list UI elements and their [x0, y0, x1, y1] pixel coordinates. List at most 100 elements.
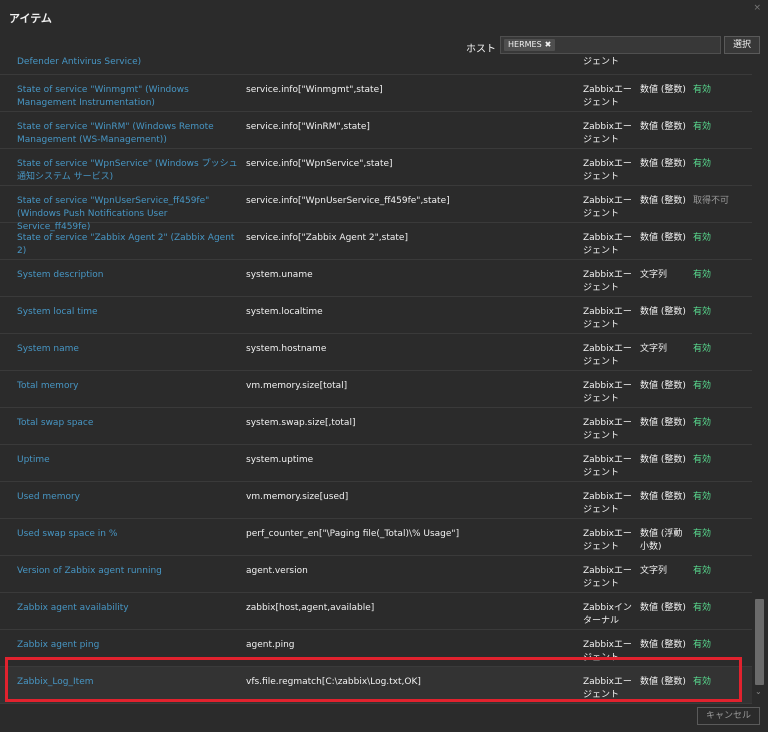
dialog-title: アイテム: [9, 12, 52, 25]
item-key: service.info["WpnService",state]: [246, 159, 393, 169]
item-name-link[interactable]: Total memory: [17, 380, 239, 393]
item-key: system.localtime: [246, 307, 323, 317]
item-key: system.hostname: [246, 344, 327, 354]
item-name-link[interactable]: State of service "WpnService" (Windows プ…: [17, 158, 239, 184]
cancel-button[interactable]: キャンセル: [697, 707, 760, 725]
item-type: Zabbixエージェント: [583, 270, 632, 293]
item-name-link[interactable]: State of service "WinDefend" (Windows De…: [17, 57, 239, 69]
item-type: Zabbixエージェント: [583, 57, 620, 67]
highlight-annotation: [5, 657, 742, 702]
item-type: Zabbixインターナル: [583, 603, 632, 626]
item-type: Zabbixエージェント: [583, 196, 632, 219]
item-key: system.swap.size[,total]: [246, 418, 356, 428]
item-value-type: 数値 (整数): [640, 85, 686, 95]
item-name-link[interactable]: Total swap space: [17, 417, 239, 430]
item-value-type: 文字列: [640, 344, 668, 354]
item-key: service.info["Winmgmt",state]: [246, 85, 383, 95]
item-key: service.info["Zabbix Agent 2",state]: [246, 233, 408, 243]
table-row: Total swap space system.swap.size[,total]…: [0, 408, 752, 445]
item-type: Zabbixエージェント: [583, 566, 632, 589]
item-type: Zabbixエージェント: [583, 418, 632, 441]
item-status: 有効: [693, 307, 712, 317]
scrollbar[interactable]: ⌄: [752, 57, 766, 705]
item-key: service.info["WpnUserService_ff459fe",st…: [246, 196, 450, 206]
item-name-link[interactable]: System local time: [17, 306, 239, 319]
item-name-link[interactable]: State of service "Zabbix Agent 2" (Zabbi…: [17, 232, 239, 258]
item-value-type: 数値 (整数): [640, 307, 686, 317]
item-value-type: 数値 (整数): [640, 640, 686, 650]
table-row: State of service "WpnUserService_ff459fe…: [0, 186, 752, 232]
host-chip-label: HERMES: [508, 40, 542, 49]
table-row: Version of Zabbix agent running agent.ver…: [0, 556, 752, 593]
item-type: Zabbixエージェント: [583, 307, 632, 330]
item-status: 有効: [693, 159, 712, 169]
item-value-type: 数値 (整数): [640, 418, 686, 428]
item-name-link[interactable]: Uptime: [17, 454, 239, 467]
item-value-type: 数値 (整数): [640, 455, 686, 465]
item-name-link[interactable]: System description: [17, 269, 239, 282]
dialog-titlebar: アイテム ×: [0, 0, 768, 32]
item-type: Zabbixエージェント: [583, 85, 632, 108]
item-status: 有効: [693, 381, 712, 391]
item-status: 有効: [693, 566, 712, 576]
items-rows: State of service "WinDefend" (Windows De…: [0, 57, 752, 704]
item-value-type: 数値 (整数): [640, 492, 686, 502]
item-type: Zabbixエージェント: [583, 492, 632, 515]
items-list: State of service "WinDefend" (Windows De…: [0, 57, 752, 707]
item-key: vm.memory.size[total]: [246, 381, 348, 391]
item-type: Zabbixエージェント: [583, 122, 632, 145]
table-row: Total memory vm.memory.size[total] Zabbixエ…: [0, 371, 752, 408]
table-row: Zabbix agent availability zabbix[host,age…: [0, 593, 752, 630]
host-multiselect-input[interactable]: HERMES ✖: [500, 36, 721, 54]
item-value-type: 数値 (整数): [640, 233, 686, 243]
item-status: 取得不可: [693, 196, 730, 206]
scroll-thumb[interactable]: [755, 599, 764, 685]
item-status: 有効: [693, 640, 712, 650]
table-row: State of service "WinDefend" (Windows De…: [0, 57, 752, 75]
item-name-link[interactable]: Used swap space in %: [17, 528, 239, 541]
table-row: Used memory vm.memory.size[used] Zabbixエージ…: [0, 482, 752, 519]
item-value-type: 数値 (整数): [640, 381, 686, 391]
item-type: Zabbixエージェント: [583, 233, 632, 256]
item-status: 有効: [693, 492, 712, 502]
item-value-type: 数値 (整数): [640, 603, 686, 613]
item-value-type: 文字列: [640, 566, 668, 576]
item-value-type: 数値 (整数): [640, 122, 686, 132]
host-label: ホスト: [466, 44, 496, 55]
item-type: Zabbixエージェント: [583, 455, 632, 478]
scroll-down-icon[interactable]: ⌄: [755, 687, 762, 696]
table-row: State of service "WpnService" (Windows プ…: [0, 149, 752, 186]
table-row: State of service "Zabbix Agent 2" (Zabbi…: [0, 223, 752, 260]
table-row: System local time system.localtime Zabbixエ…: [0, 297, 752, 334]
table-row: System description system.uname Zabbixエージェ…: [0, 260, 752, 297]
table-row: State of service "WinRM" (Windows Remote…: [0, 112, 752, 149]
item-value-type: 数値 (整数): [640, 196, 686, 206]
item-status: 有効: [693, 529, 712, 539]
item-status: 有効: [693, 418, 712, 428]
item-type: Zabbixエージェント: [583, 344, 632, 367]
item-type: Zabbixエージェント: [583, 381, 632, 404]
item-status: 有効: [693, 344, 712, 354]
close-icon[interactable]: ×: [753, 3, 761, 13]
item-key: agent.ping: [246, 640, 295, 650]
item-name-link[interactable]: Zabbix agent availability: [17, 602, 239, 615]
item-key: system.uptime: [246, 455, 314, 465]
remove-chip-icon[interactable]: ✖: [545, 40, 552, 49]
item-name-link[interactable]: Version of Zabbix agent running: [17, 565, 239, 578]
item-status: 有効: [693, 233, 712, 243]
item-key: service.info["WinRM",state]: [246, 122, 370, 132]
item-type: Zabbixエージェント: [583, 159, 632, 182]
table-row: System name system.hostname Zabbixエージェント 文字…: [0, 334, 752, 371]
item-key: zabbix[host,agent,available]: [246, 603, 375, 613]
item-status: 有効: [693, 603, 712, 613]
item-name-link[interactable]: Zabbix agent ping: [17, 639, 239, 652]
table-row: Uptime system.uptime Zabbixエージェント 数値 (整数) 有効: [0, 445, 752, 482]
table-row: Used swap space in % perf_counter_en["\Pa…: [0, 519, 752, 556]
item-value-type: 数値 (浮動小数): [640, 529, 683, 552]
select-button[interactable]: 選択: [724, 36, 760, 54]
item-name-link[interactable]: State of service "WinRM" (Windows Remote…: [17, 121, 239, 147]
item-name-link[interactable]: State of service "Winmgmt" (Windows Mana…: [17, 84, 239, 110]
item-value-type: 数値 (整数): [640, 159, 686, 169]
item-name-link[interactable]: System name: [17, 343, 239, 356]
item-name-link[interactable]: Used memory: [17, 491, 239, 504]
